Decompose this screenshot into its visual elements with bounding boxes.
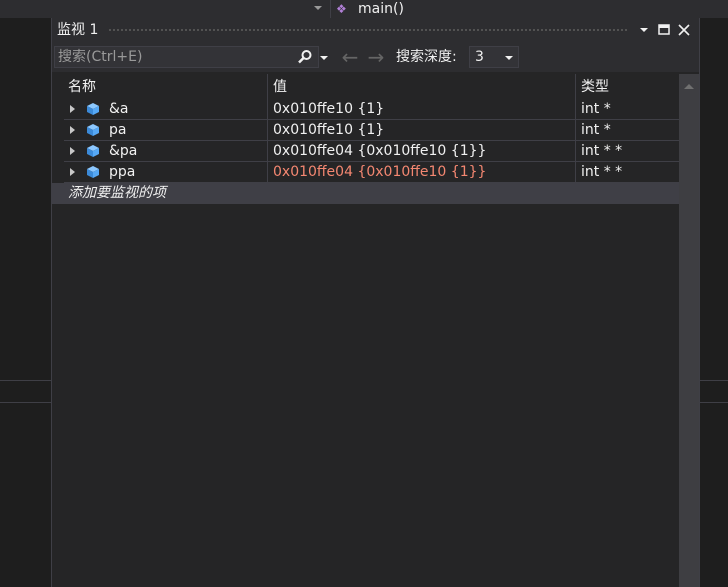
editor-divider: [700, 402, 728, 403]
column-separator: [267, 120, 268, 141]
editor-divider: [0, 380, 51, 381]
editor-left-area: [0, 18, 51, 587]
expand-arrow-icon[interactable]: [70, 126, 75, 134]
column-separator: [267, 141, 268, 162]
search-depth-value: 3: [475, 49, 484, 65]
table-row[interactable]: ppa 0x010ffe04 {0x010ffe10 {1}} int * *: [52, 162, 679, 183]
search-depth-select[interactable]: 3: [469, 46, 519, 68]
watch-value[interactable]: 0x010ffe04 {0x010ffe10 {1}}: [273, 163, 486, 182]
expand-arrow-icon[interactable]: [70, 105, 75, 113]
watch-type: int * *: [581, 143, 623, 159]
watch-value[interactable]: 0x010ffe10 {1}: [273, 121, 384, 140]
watch-name[interactable]: pa: [109, 121, 126, 140]
search-depth-label: 搜索深度:: [396, 49, 457, 65]
column-separator: [575, 183, 576, 204]
column-separator: [575, 141, 576, 162]
column-separator: [575, 162, 576, 183]
column-header-value[interactable]: 值: [273, 78, 287, 96]
editor-function-label[interactable]: main(): [358, 1, 404, 17]
titlebar-grip[interactable]: [108, 28, 628, 33]
scroll-up-arrow-icon[interactable]: [684, 84, 694, 89]
variable-cube-icon: [86, 165, 100, 179]
expand-arrow-icon[interactable]: [70, 168, 75, 176]
search-input[interactable]: [58, 48, 288, 66]
vertical-scrollbar[interactable]: [679, 74, 699, 587]
maximize-icon[interactable]: [656, 21, 672, 39]
column-separator: [267, 162, 268, 183]
column-separator: [267, 183, 268, 204]
watch-type: int *: [581, 101, 611, 117]
chevron-down-icon[interactable]: [505, 56, 513, 60]
table-row[interactable]: pa 0x010ffe10 {1} int *: [52, 120, 679, 141]
expand-arrow-icon[interactable]: [70, 147, 75, 155]
editor-right-area: [700, 18, 728, 587]
watch-toolbar: ← → 搜索深度: 3: [52, 42, 699, 72]
table-row[interactable]: &pa 0x010ffe04 {0x010ffe10 {1}} int * *: [52, 141, 679, 162]
watch-title: 监视 1: [57, 22, 99, 38]
watch-name[interactable]: &pa: [109, 142, 137, 161]
column-separator: [575, 99, 576, 120]
column-header-type[interactable]: 类型: [581, 78, 609, 96]
editor-divider: [700, 380, 728, 381]
function-cube-icon: ❖: [336, 2, 347, 16]
editor-divider: [0, 402, 51, 403]
close-icon[interactable]: [676, 21, 692, 39]
watch-name[interactable]: &a: [109, 100, 129, 119]
column-resize-handle[interactable]: [575, 74, 576, 99]
search-box[interactable]: [54, 46, 319, 68]
search-forward-arrow-icon[interactable]: →: [366, 46, 386, 68]
search-icon[interactable]: [297, 49, 313, 65]
watch-titlebar[interactable]: 监视 1: [52, 18, 699, 42]
watch-type: int *: [581, 122, 611, 138]
column-header-name[interactable]: 名称: [68, 78, 96, 96]
variable-cube-icon: [86, 123, 100, 137]
add-watch-placeholder[interactable]: 添加要监视的项: [68, 184, 166, 203]
watch-type: int * *: [581, 164, 623, 180]
watch-name[interactable]: ppa: [109, 163, 135, 182]
add-watch-row[interactable]: 添加要监视的项: [52, 183, 679, 204]
window-position-dropdown-icon[interactable]: [636, 21, 652, 39]
scope-dropdown-arrow-icon[interactable]: [314, 6, 322, 10]
column-separator: [575, 120, 576, 141]
watch-panel: 监视 1 ← → 搜索深度: 3 名称 值: [51, 18, 700, 587]
column-separator: [267, 99, 268, 120]
search-options-dropdown-icon[interactable]: [320, 56, 328, 60]
editor-combo-separator: [330, 0, 331, 18]
search-back-arrow-icon[interactable]: ←: [340, 46, 360, 68]
variable-cube-icon: [86, 144, 100, 158]
watch-value[interactable]: 0x010ffe10 {1}: [273, 100, 384, 119]
column-resize-handle[interactable]: [267, 74, 268, 99]
variable-cube-icon: [86, 102, 100, 116]
watch-value[interactable]: 0x010ffe04 {0x010ffe10 {1}}: [273, 142, 486, 161]
table-row[interactable]: &a 0x010ffe10 {1} int *: [52, 99, 679, 120]
grid-header: 名称 值 类型: [52, 74, 679, 99]
